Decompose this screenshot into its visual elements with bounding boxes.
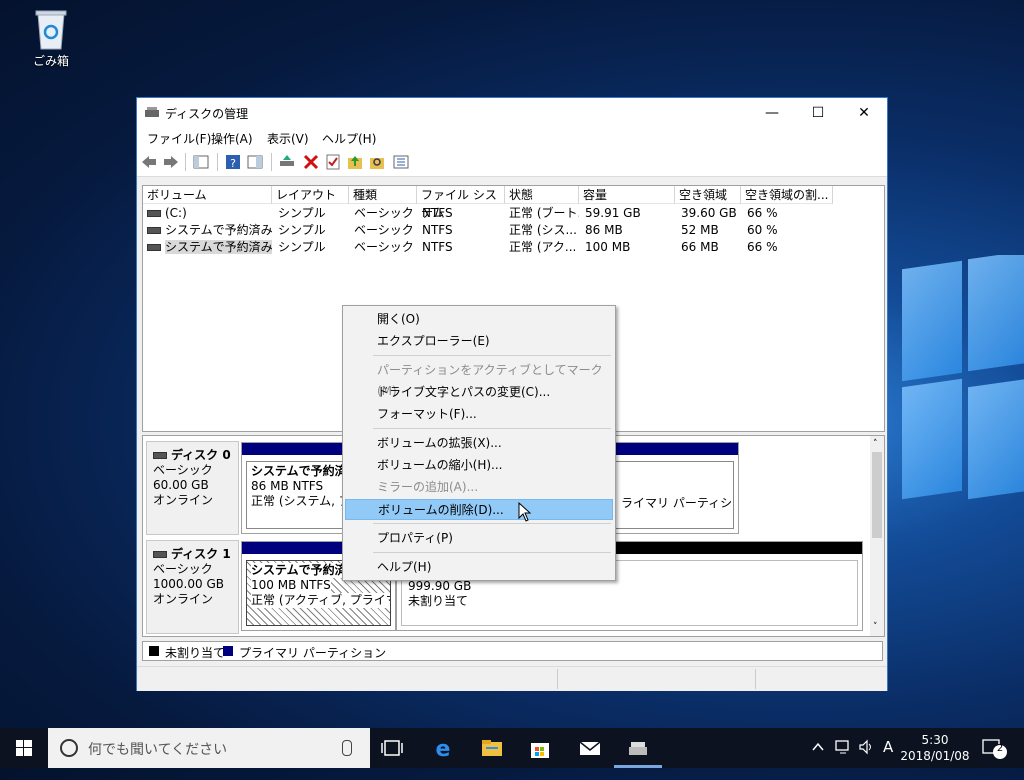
menu-item-properties[interactable]: プロパティ(P) bbox=[345, 528, 613, 549]
col-free-space[interactable]: 空き領域 bbox=[675, 186, 741, 204]
menu-item-delete-volume[interactable]: ボリュームの削除(D)... bbox=[345, 499, 613, 520]
task-view-icon[interactable] bbox=[380, 736, 404, 760]
start-button[interactable] bbox=[0, 728, 48, 768]
svg-text:e: e bbox=[436, 737, 451, 760]
legend-unallocated-label: 未割り当て bbox=[165, 646, 226, 660]
search-folder-icon[interactable] bbox=[369, 154, 385, 170]
col-type[interactable]: 種類 bbox=[349, 186, 417, 204]
legend: 未割り当て プライマリ パーティション bbox=[142, 641, 883, 661]
disk-icon bbox=[153, 452, 167, 459]
recycle-bin-shortcut[interactable]: ごみ箱 bbox=[22, 8, 80, 69]
menu-item-change-drive-letter[interactable]: ドライブ文字とパスの変更(C)... bbox=[345, 382, 613, 403]
menu-view[interactable]: 表示(V) bbox=[267, 130, 309, 147]
volume-row-reserved-2[interactable]: システムで予約済み ... シンプル ベーシック NTFS 正常 (アク... … bbox=[143, 239, 884, 256]
col-filesystem[interactable]: ファイル システム bbox=[417, 186, 505, 220]
forward-arrow-icon[interactable] bbox=[163, 154, 179, 170]
connect-disk-icon[interactable] bbox=[279, 154, 295, 170]
legend-unallocated-swatch bbox=[149, 646, 159, 656]
mail-icon[interactable] bbox=[578, 736, 602, 760]
show-hidden-icons[interactable] bbox=[812, 740, 824, 780]
help-icon[interactable]: ? bbox=[225, 154, 241, 170]
menu-item-help[interactable]: ヘルプ(H) bbox=[345, 557, 613, 578]
status-bar bbox=[137, 666, 887, 691]
back-arrow-icon[interactable] bbox=[141, 154, 157, 170]
clock-date: 2018/01/08 bbox=[900, 749, 970, 763]
drive-icon bbox=[147, 244, 161, 251]
disk-1-label[interactable]: ディスク 1 ベーシック 1000.00 GB オンライン bbox=[146, 540, 239, 634]
menu-item-shrink-volume[interactable]: ボリュームの縮小(H)... bbox=[345, 455, 613, 476]
context-menu: 開く(O) エクスプローラー(E) パーティションをアクティブとしてマーク(M)… bbox=[342, 305, 616, 581]
volume-speaker-icon[interactable] bbox=[858, 739, 876, 779]
close-button[interactable]: ✕ bbox=[841, 98, 887, 128]
legend-primary-swatch bbox=[223, 646, 233, 656]
action-center-icon[interactable]: 2 bbox=[982, 738, 1008, 778]
disk-0-label[interactable]: ディスク 0 ベーシック 60.00 GB オンライン bbox=[146, 441, 239, 535]
volume-row-c[interactable]: (C:) シンプル ベーシック NTFS 正常 (ブート... 59.91 GB… bbox=[143, 205, 884, 222]
file-explorer-icon[interactable] bbox=[480, 736, 504, 760]
scroll-down-arrow-icon[interactable]: ˅ bbox=[873, 622, 878, 632]
col-status[interactable]: 状態 bbox=[505, 186, 579, 204]
mouse-cursor-icon bbox=[518, 501, 532, 525]
title-bar[interactable]: ディスクの管理 — ☐ ✕ bbox=[137, 98, 887, 128]
clock-time: 5:30 bbox=[921, 733, 949, 747]
microphone-icon[interactable] bbox=[342, 740, 352, 756]
menu-help[interactable]: ヘルプ(H) bbox=[322, 130, 376, 147]
ime-indicator[interactable]: A bbox=[883, 738, 893, 778]
windows-start-icon bbox=[16, 740, 32, 756]
up-folder-icon[interactable] bbox=[347, 154, 363, 170]
menu-item-open[interactable]: 開く(O) bbox=[345, 309, 613, 330]
menu-action[interactable]: 操作(A) bbox=[211, 130, 253, 147]
drive-icon bbox=[147, 227, 161, 234]
col-capacity[interactable]: 容量 bbox=[579, 186, 675, 204]
col-free-percent[interactable]: 空き領域の割... bbox=[741, 186, 833, 204]
col-layout[interactable]: レイアウト bbox=[272, 186, 349, 204]
search-box[interactable]: 何でも聞いてください bbox=[48, 728, 370, 768]
delete-x-icon[interactable] bbox=[303, 154, 319, 170]
recycle-bin-label: ごみ箱 bbox=[32, 54, 69, 68]
disk-management-taskbar-icon[interactable] bbox=[626, 736, 650, 760]
volume-row-reserved-1[interactable]: システムで予約済み シンプル ベーシック NTFS 正常 (シス... 86 M… bbox=[143, 222, 884, 239]
svg-text:?: ? bbox=[230, 157, 236, 170]
legend-primary-label: プライマリ パーティション bbox=[239, 646, 387, 660]
edge-browser-icon[interactable]: e bbox=[431, 736, 455, 762]
recycle-bin-icon bbox=[34, 8, 68, 50]
toolbar: ? bbox=[137, 148, 887, 177]
disk-icon bbox=[153, 551, 167, 558]
show-hide-tree-icon[interactable] bbox=[193, 154, 209, 170]
list-view-icon[interactable] bbox=[393, 154, 409, 170]
scroll-up-arrow-icon[interactable]: ˄ bbox=[873, 439, 878, 449]
desktop-windows-logo bbox=[888, 255, 1024, 515]
store-icon[interactable] bbox=[528, 736, 552, 760]
properties-panel-icon[interactable] bbox=[247, 154, 263, 170]
menu-file[interactable]: ファイル(F) bbox=[147, 130, 211, 147]
graph-scrollbar[interactable]: ˄ ˅ bbox=[870, 436, 884, 636]
cortana-icon[interactable] bbox=[60, 739, 78, 757]
menu-item-mark-active: パーティションをアクティブとしてマーク(M) bbox=[377, 363, 603, 398]
menu-item-explorer[interactable]: エクスプローラー(E) bbox=[345, 331, 613, 352]
disk-management-icon bbox=[145, 106, 159, 118]
taskbar: 何でも聞いてください e A 5:30 2018/01/08 2 bbox=[0, 728, 1024, 768]
drive-icon bbox=[147, 210, 161, 217]
window-title: ディスクの管理 bbox=[165, 107, 249, 121]
search-placeholder: 何でも聞いてください bbox=[88, 742, 228, 758]
menu-item-add-mirror: ミラーの追加(A)... bbox=[377, 480, 479, 494]
maximize-button[interactable]: ☐ bbox=[795, 98, 841, 128]
check-properties-icon[interactable] bbox=[325, 154, 341, 170]
minimize-button[interactable]: — bbox=[749, 98, 795, 128]
clock[interactable]: 5:30 2018/01/08 bbox=[900, 732, 970, 764]
notification-count: 2 bbox=[996, 743, 1004, 754]
network-icon[interactable] bbox=[834, 739, 852, 779]
menu-item-extend-volume[interactable]: ボリュームの拡張(X)... bbox=[345, 433, 613, 454]
menu-bar: ファイル(F) 操作(A) 表示(V) ヘルプ(H) bbox=[137, 128, 887, 148]
scroll-thumb[interactable] bbox=[872, 452, 882, 538]
col-volume[interactable]: ボリューム bbox=[143, 186, 272, 204]
menu-item-format[interactable]: フォーマット(F)... bbox=[345, 404, 613, 425]
